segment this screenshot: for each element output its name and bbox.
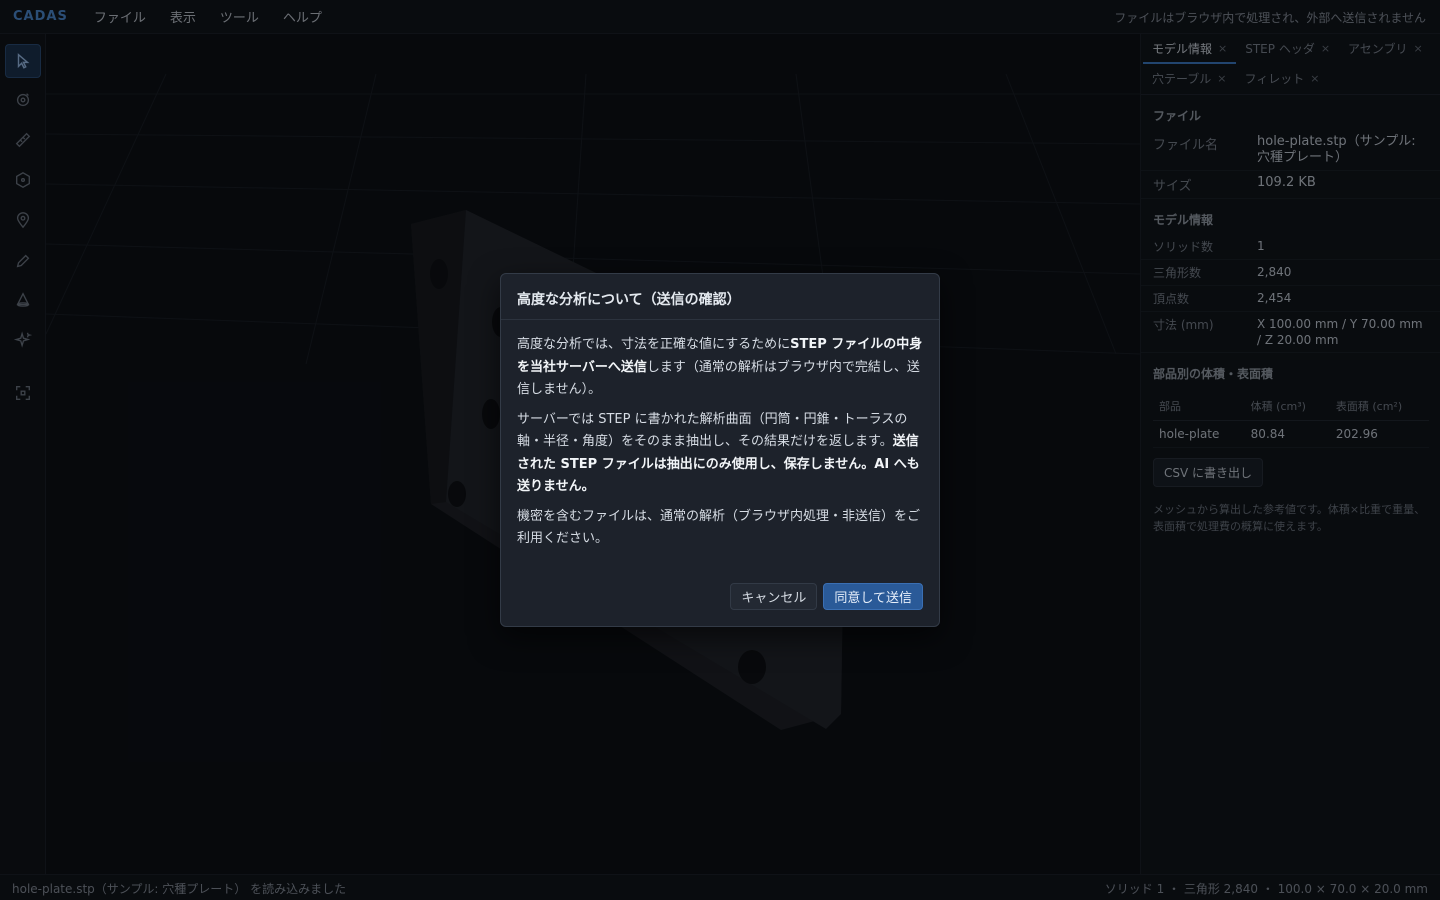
dialog-paragraph-2: サーバーでは STEP に書かれた解析曲面（円筒・円錐・トーラスの軸・半径・角度… [517,409,923,499]
dialog-actions: キャンセル 同意して送信 [730,583,923,610]
agree-and-send-button[interactable]: 同意して送信 [823,583,923,610]
dialog-body: 高度な分析では、寸法を正確な値にするためにSTEP ファイルの中身を当社サーバー… [501,320,939,551]
dialog-title: 高度な分析について（送信の確認） [501,274,939,320]
app: CADAS ファイル 表示 ツール ヘルプ ファイルはブラウザ内で処理され、外部… [0,0,1440,900]
dialog-paragraph-3: 機密を含むファイルは、通常の解析（ブラウザ内処理・非送信）をご利用ください。 [517,508,921,547]
send-confirm-dialog: 高度な分析について（送信の確認） 高度な分析では、寸法を正確な値にするためにST… [500,273,940,627]
p1-text-a: 高度な分析では、寸法を正確な値にするために [517,337,791,352]
dialog-paragraph-1: 高度な分析では、寸法を正確な値にするためにSTEP ファイルの中身を当社サーバー… [517,334,923,402]
p2-text-a: サーバーでは STEP に書かれた解析曲面（円筒・円錐・トーラスの軸・半径・角度… [517,411,908,450]
cancel-button[interactable]: キャンセル [730,583,818,610]
